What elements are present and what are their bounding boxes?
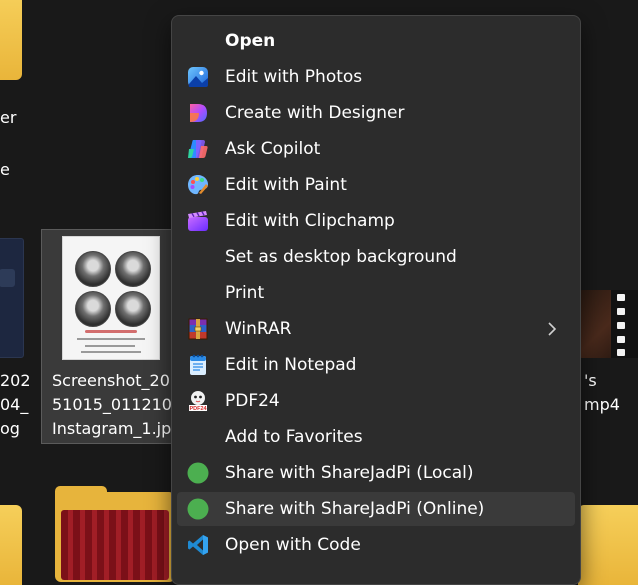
menu-item-label: Open — [225, 31, 276, 51]
menu-item-label: Add to Favorites — [225, 427, 363, 447]
menu-item-share-sharejadpi-local[interactable]: Share with ShareJadPi (Local) — [177, 456, 575, 490]
menu-item-label: Edit with Clipchamp — [225, 211, 395, 231]
menu-item-share-sharejadpi-online[interactable]: Share with ShareJadPi (Online) — [177, 492, 575, 526]
clipchamp-icon — [186, 209, 210, 233]
designer-icon — [186, 101, 210, 125]
menu-item-edit-with-clipchamp[interactable]: Edit with Clipchamp — [177, 204, 575, 238]
file-name-fragment: 04_ — [0, 395, 29, 414]
menu-item-label: Share with ShareJadPi (Local) — [225, 463, 474, 483]
filmstrip-icon — [611, 290, 638, 358]
sketch-portrait — [115, 251, 151, 287]
vscode-icon — [186, 533, 210, 557]
folder-preview-image — [61, 510, 169, 580]
chevron-right-icon — [543, 320, 561, 338]
menu-item-add-to-favorites[interactable]: Add to Favorites — [177, 420, 575, 454]
file-name-fragment: mp4 — [584, 395, 620, 414]
copilot-icon — [186, 137, 210, 161]
menu-item-ask-copilot[interactable]: Ask Copilot — [177, 132, 575, 166]
menu-item-label: Print — [225, 283, 265, 303]
menu-item-label: WinRAR — [225, 319, 292, 339]
svg-text:PDF24: PDF24 — [189, 406, 207, 412]
thumbnail-text-line — [85, 345, 135, 347]
folder-icon[interactable] — [55, 486, 175, 582]
menu-item-pdf24[interactable]: PDF24 PDF24 — [177, 384, 575, 418]
notepad-icon — [186, 353, 210, 377]
menu-item-edit-with-paint[interactable]: Edit with Paint — [177, 168, 575, 202]
paint-icon — [186, 173, 210, 197]
menu-item-edit-with-photos[interactable]: Edit with Photos — [177, 60, 575, 94]
thumbnail-text-line — [77, 338, 145, 340]
menu-item-open-with-code[interactable]: Open with Code — [177, 528, 575, 562]
file-name-fragment: 202 — [0, 371, 31, 390]
menu-item-label: Create with Designer — [225, 103, 405, 123]
folder-icon[interactable] — [578, 505, 638, 585]
thumbnail-caption — [85, 330, 137, 333]
context-menu: Open Edit with Photos Create with Design… — [171, 15, 581, 585]
file-thumbnail[interactable] — [0, 238, 24, 358]
folder-icon[interactable] — [0, 0, 22, 80]
selected-file-name-line: Screenshot_202 — [52, 371, 181, 390]
pdf24-icon: PDF24 — [186, 389, 210, 413]
menu-item-winrar[interactable]: WinRAR — [177, 312, 575, 346]
menu-item-label: PDF24 — [225, 391, 280, 411]
menu-item-open[interactable]: Open — [177, 24, 575, 58]
folder-icon[interactable] — [0, 505, 22, 585]
menu-item-label: Set as desktop background — [225, 247, 457, 267]
green-dot-icon — [186, 497, 210, 521]
menu-item-set-as-desktop-background[interactable]: Set as desktop background — [177, 240, 575, 274]
menu-item-label: Edit with Paint — [225, 175, 347, 195]
menu-item-label: Share with ShareJadPi (Online) — [225, 499, 485, 519]
menu-item-label: Open with Code — [225, 535, 361, 555]
photos-icon — [186, 65, 210, 89]
sketch-portrait — [75, 251, 111, 287]
sketch-portrait — [75, 291, 111, 327]
winrar-icon — [186, 317, 210, 341]
menu-item-label: Edit in Notepad — [225, 355, 357, 375]
file-name-fragment: er — [0, 108, 17, 127]
selected-file-name-line: Instagram_1.jpg — [52, 419, 182, 438]
image-thumbnail — [62, 236, 160, 360]
menu-item-print[interactable]: Print — [177, 276, 575, 310]
sketch-portrait — [115, 291, 151, 327]
selected-file-name-line: 51015_011210_ — [52, 395, 180, 414]
green-dot-icon — [186, 461, 210, 485]
file-name-fragment: og — [0, 419, 20, 438]
file-name-fragment: 's — [584, 371, 597, 390]
menu-item-label: Edit with Photos — [225, 67, 363, 87]
menu-item-label: Ask Copilot — [225, 139, 321, 159]
file-name-fragment: e — [0, 160, 10, 179]
menu-item-create-with-designer[interactable]: Create with Designer — [177, 96, 575, 130]
thumbnail-text-line — [81, 351, 141, 353]
menu-item-edit-in-notepad[interactable]: Edit in Notepad — [177, 348, 575, 382]
